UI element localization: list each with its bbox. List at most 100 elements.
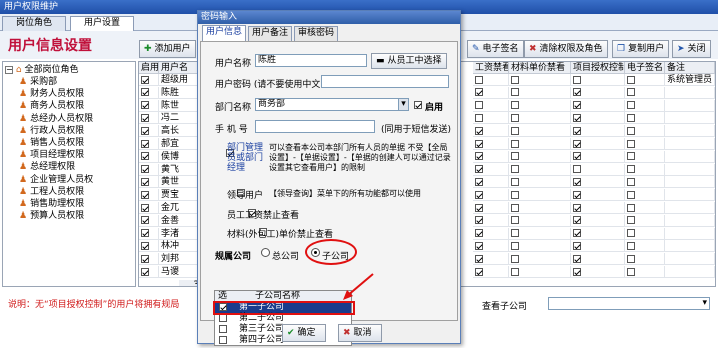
row-checkbox[interactable]: [475, 203, 483, 212]
grid-cell[interactable]: [473, 240, 509, 253]
row-checkbox[interactable]: [573, 139, 581, 148]
row-checkbox[interactable]: [475, 177, 483, 186]
grid-cell[interactable]: [625, 253, 665, 266]
phone-field[interactable]: [255, 120, 375, 133]
row-checkbox[interactable]: [627, 229, 635, 238]
row-checkbox[interactable]: [627, 177, 635, 186]
grid-cell[interactable]: [139, 227, 159, 240]
grid-cell[interactable]: [571, 266, 625, 278]
grid-cell[interactable]: [571, 163, 625, 176]
row-checkbox[interactable]: [511, 254, 519, 263]
grid-cell[interactable]: [139, 163, 159, 176]
sub-company-checkbox[interactable]: [219, 325, 227, 333]
dialog-tab-audit-password[interactable]: 审核密码: [294, 26, 338, 41]
grid-cell[interactable]: [625, 74, 665, 86]
row-checkbox[interactable]: [511, 241, 519, 250]
grid-cell[interactable]: [139, 253, 159, 266]
tree-item[interactable]: ♟ 总经办人员权限: [19, 113, 93, 125]
grid-cell[interactable]: [625, 240, 665, 253]
row-checkbox[interactable]: [573, 75, 581, 84]
row-checkbox[interactable]: [627, 75, 635, 84]
dialog-tab-user-info[interactable]: 用户信息: [202, 25, 246, 41]
grid-cell[interactable]: [571, 138, 625, 150]
row-checkbox[interactable]: [511, 190, 519, 199]
grid-cell[interactable]: [473, 189, 509, 202]
row-checkbox[interactable]: [573, 88, 581, 97]
grid-cell[interactable]: [625, 163, 665, 176]
clear-permission-button[interactable]: ✖ 清除权限及角色: [524, 40, 608, 58]
grid-cell[interactable]: [473, 99, 509, 112]
row-checkbox[interactable]: [141, 75, 149, 84]
row-checkbox[interactable]: [141, 216, 149, 225]
row-checkbox[interactable]: [573, 241, 581, 250]
expand-icon[interactable]: −: [5, 66, 13, 74]
row-checkbox[interactable]: [475, 88, 483, 97]
row-checkbox[interactable]: [475, 75, 483, 84]
row-checkbox[interactable]: [511, 216, 519, 225]
row-checkbox[interactable]: [573, 126, 581, 135]
row-checkbox[interactable]: [511, 101, 519, 110]
grid-cell[interactable]: [509, 74, 571, 86]
grid-cell[interactable]: [473, 214, 509, 227]
row-checkbox[interactable]: [627, 241, 635, 250]
row-checkbox[interactable]: [627, 126, 635, 135]
grid-cell[interactable]: [139, 189, 159, 202]
grid-cell[interactable]: [571, 176, 625, 189]
grid-cell[interactable]: [509, 125, 571, 138]
tree-item[interactable]: ♟ 预算人员权限: [19, 210, 84, 222]
dept-select[interactable]: 商务部: [255, 98, 409, 111]
row-checkbox[interactable]: [141, 241, 149, 250]
grid-cell[interactable]: [139, 125, 159, 138]
tree-item[interactable]: ♟ 行政人员权限: [19, 125, 84, 137]
grid-cell[interactable]: [509, 163, 571, 176]
copy-user-button[interactable]: ❐ 复制用户: [612, 40, 670, 58]
grid-cell[interactable]: [571, 214, 625, 227]
row-checkbox[interactable]: [475, 190, 483, 199]
grid-cell[interactable]: [571, 227, 625, 240]
grid-cell[interactable]: [139, 202, 159, 214]
grid-cell[interactable]: [509, 150, 571, 163]
grid-cell[interactable]: [571, 202, 625, 214]
row-checkbox[interactable]: [627, 165, 635, 174]
e-sign-button[interactable]: ✎ 电子签名: [467, 40, 524, 58]
row-checkbox[interactable]: [141, 190, 149, 199]
tree-item[interactable]: ♟ 财务人员权限: [19, 88, 84, 100]
row-checkbox[interactable]: [141, 88, 149, 97]
grid-cell[interactable]: [509, 214, 571, 227]
row-checkbox[interactable]: [141, 229, 149, 238]
grid-cell[interactable]: [509, 240, 571, 253]
tree-root[interactable]: − ⌂ 全部岗位角色: [5, 64, 78, 76]
cancel-button[interactable]: ✖ 取消: [338, 324, 382, 342]
row-checkbox[interactable]: [573, 177, 581, 186]
grid-cell[interactable]: [571, 86, 625, 99]
sub-company-select[interactable]: ▾: [548, 297, 710, 310]
row-checkbox[interactable]: [475, 216, 483, 225]
grid-cell[interactable]: [571, 74, 625, 86]
tree-item[interactable]: ♟ 企业管理人员权: [19, 174, 93, 186]
tab-user-settings[interactable]: 用户设置: [70, 16, 134, 32]
row-checkbox[interactable]: [475, 254, 483, 263]
row-checkbox[interactable]: [511, 203, 519, 212]
grid-cell[interactable]: [625, 214, 665, 227]
grid-cell[interactable]: [473, 266, 509, 278]
grid-cell[interactable]: [139, 99, 159, 112]
row-checkbox[interactable]: [141, 177, 149, 186]
add-user-button[interactable]: ✚ 添加用户: [139, 40, 196, 58]
dialog-tab-user-notes[interactable]: 用户备注: [248, 26, 292, 41]
grid-cell[interactable]: [139, 214, 159, 227]
row-checkbox[interactable]: [475, 152, 483, 161]
row-checkbox[interactable]: [573, 229, 581, 238]
grid-cell[interactable]: [625, 99, 665, 112]
ok-button[interactable]: ✔ 确定: [282, 324, 326, 342]
grid-cell[interactable]: [473, 138, 509, 150]
row-checkbox[interactable]: [511, 113, 519, 122]
grid-cell[interactable]: [625, 189, 665, 202]
row-checkbox[interactable]: [475, 267, 483, 276]
row-checkbox[interactable]: [573, 190, 581, 199]
row-checkbox[interactable]: [627, 190, 635, 199]
row-checkbox[interactable]: [475, 126, 483, 135]
grid-cell[interactable]: [509, 253, 571, 266]
row-checkbox[interactable]: [627, 88, 635, 97]
row-checkbox[interactable]: [141, 113, 149, 122]
row-checkbox[interactable]: [511, 75, 519, 84]
